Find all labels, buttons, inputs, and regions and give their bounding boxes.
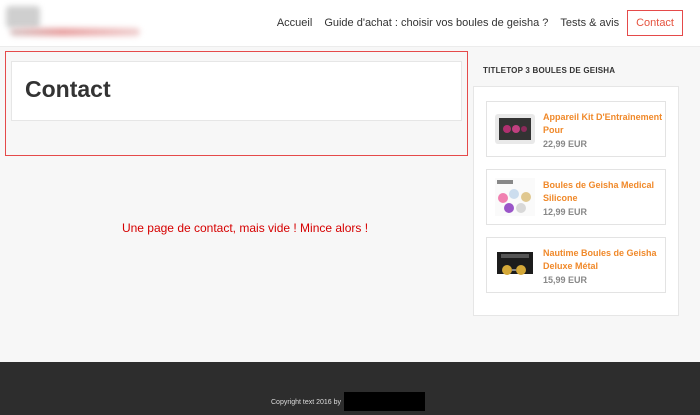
logo-mark xyxy=(6,6,40,28)
page-title-box: Contact xyxy=(11,61,462,121)
nav-item-contact[interactable]: Contact xyxy=(627,10,683,36)
nav-item-accueil[interactable]: Accueil xyxy=(277,16,312,30)
logo-text-blurred xyxy=(10,28,140,36)
product-silicone-image xyxy=(495,178,535,216)
main-nav: Accueil Guide d'achat : choisir vos boul… xyxy=(265,10,683,42)
product-name[interactable]: Boules de Geisha Medical Silicone xyxy=(543,179,663,205)
nav-item-guide[interactable]: Guide d'achat : choisir vos boules de ge… xyxy=(324,16,548,30)
product-name[interactable]: Nautime Boules de Geisha Deluxe Métal xyxy=(543,247,663,273)
page-title: Contact xyxy=(25,76,111,102)
nav-item-tests[interactable]: Tests & avis xyxy=(560,16,619,30)
product-card[interactable]: Boules de Geisha Medical Silicone 12,99 … xyxy=(486,169,666,225)
content-highlight-area: Contact xyxy=(5,51,468,156)
product-card[interactable]: Appareil Kit D'Entraînement Pour 22,99 E… xyxy=(486,101,666,157)
product-price: 15,99 EUR xyxy=(543,275,588,285)
product-kit-image xyxy=(495,114,535,144)
product-price: 22,99 EUR xyxy=(543,139,588,149)
copyright-text: Copyright text 2016 by xyxy=(271,399,342,406)
site-header: Accueil Guide d'achat : choisir vos boul… xyxy=(0,0,700,47)
site-logo[interactable] xyxy=(4,6,140,40)
product-price: 12,99 EUR xyxy=(543,207,588,217)
sidebar-widget-title: TITLETOP 3 BOULES DE GEISHA xyxy=(483,66,616,75)
product-card[interactable]: Nautime Boules de Geisha Deluxe Métal 15… xyxy=(486,237,666,293)
product-name[interactable]: Appareil Kit D'Entraînement Pour xyxy=(543,111,663,137)
top-products-widget: Appareil Kit D'Entraînement Pour 22,99 E… xyxy=(473,86,679,316)
empty-page-message: Une page de contact, mais vide ! Mince a… xyxy=(121,221,369,235)
redacted-author-link xyxy=(344,392,425,411)
product-metal-image xyxy=(497,252,533,275)
